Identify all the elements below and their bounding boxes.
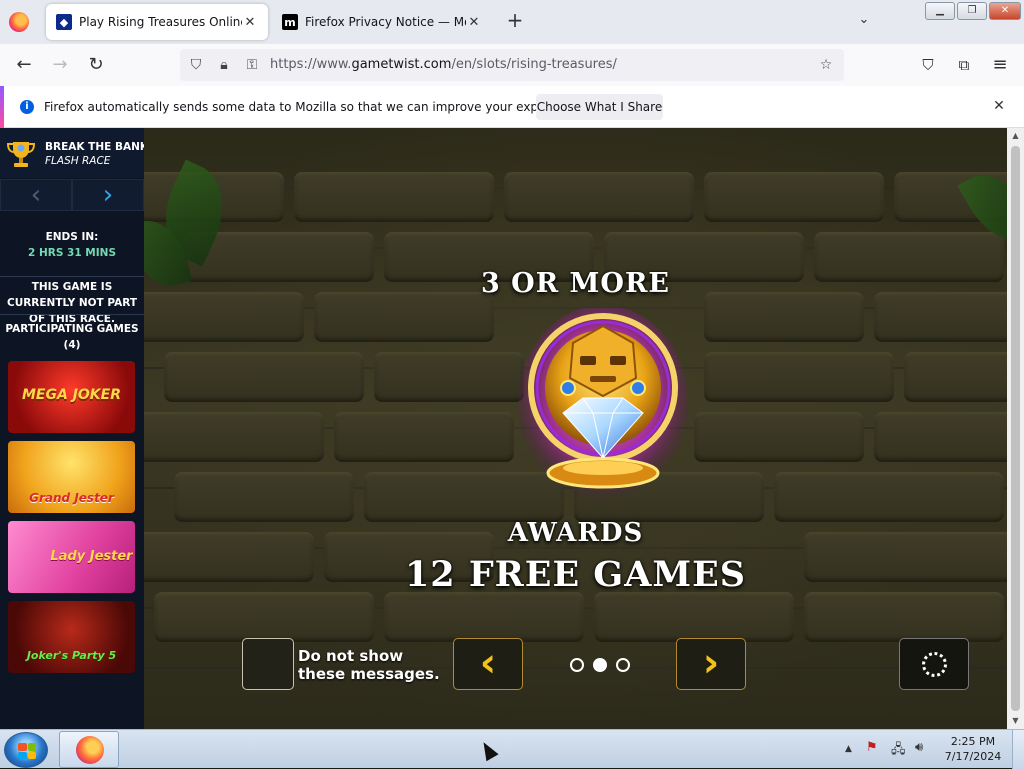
- minimize-button[interactable]: ▁: [925, 2, 955, 20]
- clock-time: 2:25 PM: [950, 735, 996, 748]
- race-header: BREAK THE BANK FLASH RACE: [0, 128, 148, 178]
- list-all-tabs-button[interactable]: ⌄: [854, 12, 874, 32]
- info-icon: i: [20, 100, 34, 114]
- url-bar[interactable]: ⛉ 🔒︎ ⚿ https://www.gametwist.com/en/slot…: [180, 49, 844, 81]
- game-thumb-title: Grand Jester: [29, 491, 114, 505]
- pocket-icon[interactable]: ⛉: [916, 53, 940, 77]
- scroll-up-arrow-icon[interactable]: ▲: [1007, 128, 1024, 144]
- loading-button[interactable]: [899, 638, 969, 690]
- permissions-key-icon[interactable]: ⚿: [242, 55, 262, 75]
- paytable-prev-button[interactable]: ‹: [453, 638, 523, 690]
- tab-title: Firefox Privacy Notice — Mozilla: [305, 15, 466, 29]
- url-text[interactable]: https://www.gametwist.com/en/slots/risin…: [270, 57, 617, 72]
- show-hidden-icons-arrow[interactable]: ▲: [845, 744, 852, 754]
- page-dot-1[interactable]: [570, 658, 584, 672]
- ends-in-label: ENDS IN:: [45, 231, 99, 243]
- forward-icon[interactable]: →: [48, 53, 72, 77]
- stone-wall: [144, 168, 1007, 226]
- close-tab-icon[interactable]: ✕: [466, 15, 482, 30]
- tab-strip: ◆ Play Rising Treasures Online FREE ✕ m …: [0, 0, 1024, 44]
- page-content: BREAK THE BANK FLASH RACE ‹ › ENDS IN: 2…: [0, 128, 1024, 729]
- clock-date: 7/17/2024: [944, 750, 1002, 763]
- scrollbar-thumb[interactable]: [1011, 146, 1020, 711]
- do-not-show-checkbox[interactable]: [242, 638, 294, 690]
- do-not-show-label[interactable]: Do not show these messages.: [298, 647, 448, 683]
- ends-in-value: 2 HRS 31 MINS: [27, 247, 117, 259]
- page-dot-2-active[interactable]: [593, 658, 607, 672]
- tab-rising-treasures[interactable]: ◆ Play Rising Treasures Online FREE ✕: [46, 4, 268, 40]
- tab-privacy-notice[interactable]: m Firefox Privacy Notice — Mozilla ✕: [272, 4, 492, 40]
- firefox-view-icon[interactable]: [9, 12, 29, 32]
- menu-icon[interactable]: ≡: [988, 53, 1012, 77]
- notification-message: Firefox automatically sends some data to…: [44, 100, 587, 114]
- taskbar-clock[interactable]: 2:25 PM 7/17/2024: [940, 734, 1006, 764]
- game-thumb-lady-jester[interactable]: Lady Jester: [8, 521, 135, 593]
- new-tab-button[interactable]: +: [504, 10, 526, 32]
- volume-icon[interactable]: 🔊︎: [915, 740, 923, 755]
- page-indicator: [568, 658, 632, 674]
- race-prev-button[interactable]: ‹: [0, 179, 72, 211]
- close-notification-icon[interactable]: ✕: [990, 98, 1008, 116]
- race-navigation: ‹ ›: [0, 179, 144, 211]
- not-part-of-race-text: THIS GAME IS CURRENTLY NOT PART OF THIS …: [6, 281, 137, 325]
- reload-icon[interactable]: ↻: [84, 53, 108, 77]
- close-window-button[interactable]: ✕: [989, 2, 1021, 20]
- game-thumb-grand-jester[interactable]: Grand Jester: [8, 441, 135, 513]
- game-thumb-title: MEGA JOKER: [22, 387, 121, 403]
- lock-icon[interactable]: 🔒︎: [214, 55, 234, 75]
- game-thumb-jokers-party[interactable]: Joker's Party 5: [8, 601, 135, 673]
- show-desktop-button[interactable]: [1012, 730, 1024, 769]
- start-button[interactable]: [4, 732, 48, 768]
- race-subtitle: FLASH RACE: [45, 155, 111, 167]
- close-tab-icon[interactable]: ✕: [242, 15, 258, 30]
- page-scrollbar[interactable]: ▲ ▼: [1007, 128, 1024, 729]
- game-paytable-screen: 3 OR MORE AWARDS 12 FREE GAMES Do not sh…: [144, 128, 1007, 729]
- game-thumb-title: Lady Jester: [50, 549, 133, 564]
- heading-3-or-more: 3 OR MORE: [481, 268, 670, 299]
- game-thumb-mega-joker[interactable]: MEGA JOKER: [8, 361, 135, 433]
- tracking-protection-icon[interactable]: ⛉: [186, 55, 206, 75]
- choose-what-i-share-button[interactable]: Choose What I Share: [536, 94, 663, 120]
- game-thumb-title: Joker's Party 5: [26, 649, 117, 662]
- divider: [0, 314, 144, 315]
- heading-awards: AWARDS: [507, 518, 644, 548]
- back-icon[interactable]: ←: [12, 53, 36, 77]
- heading-free-games: 12 FREE GAMES: [404, 554, 747, 595]
- network-icon[interactable]: 🖧︎: [891, 740, 906, 762]
- scroll-down-arrow-icon[interactable]: ▼: [1007, 713, 1024, 729]
- divider: [0, 276, 144, 277]
- extensions-icon[interactable]: ⧉: [952, 53, 976, 77]
- taskbar-firefox-button[interactable]: [59, 731, 119, 768]
- participating-games-label: PARTICIPATING GAMES (4): [5, 323, 139, 351]
- windows-taskbar: ▲ ⚑ 🖧︎ 🔊︎ 2:25 PM 7/17/2024: [0, 729, 1024, 769]
- windows-logo-icon: [18, 743, 36, 759]
- gametwist-icon: ◆: [56, 14, 72, 30]
- mozilla-icon: m: [282, 14, 298, 30]
- firefox-icon: [76, 736, 104, 764]
- race-title: BREAK THE BANK: [45, 141, 149, 153]
- data-notification-bar: i Firefox automatically sends some data …: [0, 86, 1024, 128]
- paytable-next-button[interactable]: ›: [676, 638, 746, 690]
- race-sidebar: BREAK THE BANK FLASH RACE ‹ › ENDS IN: 2…: [0, 128, 148, 729]
- page-dot-3[interactable]: [616, 658, 630, 672]
- action-center-flag-icon[interactable]: ⚑: [866, 740, 878, 755]
- restore-button[interactable]: ❐: [957, 2, 987, 20]
- loading-spinner-icon: [922, 652, 947, 677]
- race-next-button[interactable]: ›: [72, 179, 144, 211]
- bookmark-star-icon[interactable]: ☆: [816, 55, 836, 75]
- scatter-symbol-mask-icon: [518, 308, 688, 501]
- navigation-bar: ← → ↻ ⛉ 🔒︎ ⚿ https://www.gametwist.com/e…: [0, 44, 1024, 86]
- tab-title: Play Rising Treasures Online FREE: [79, 15, 242, 29]
- trophy-icon: [6, 142, 36, 167]
